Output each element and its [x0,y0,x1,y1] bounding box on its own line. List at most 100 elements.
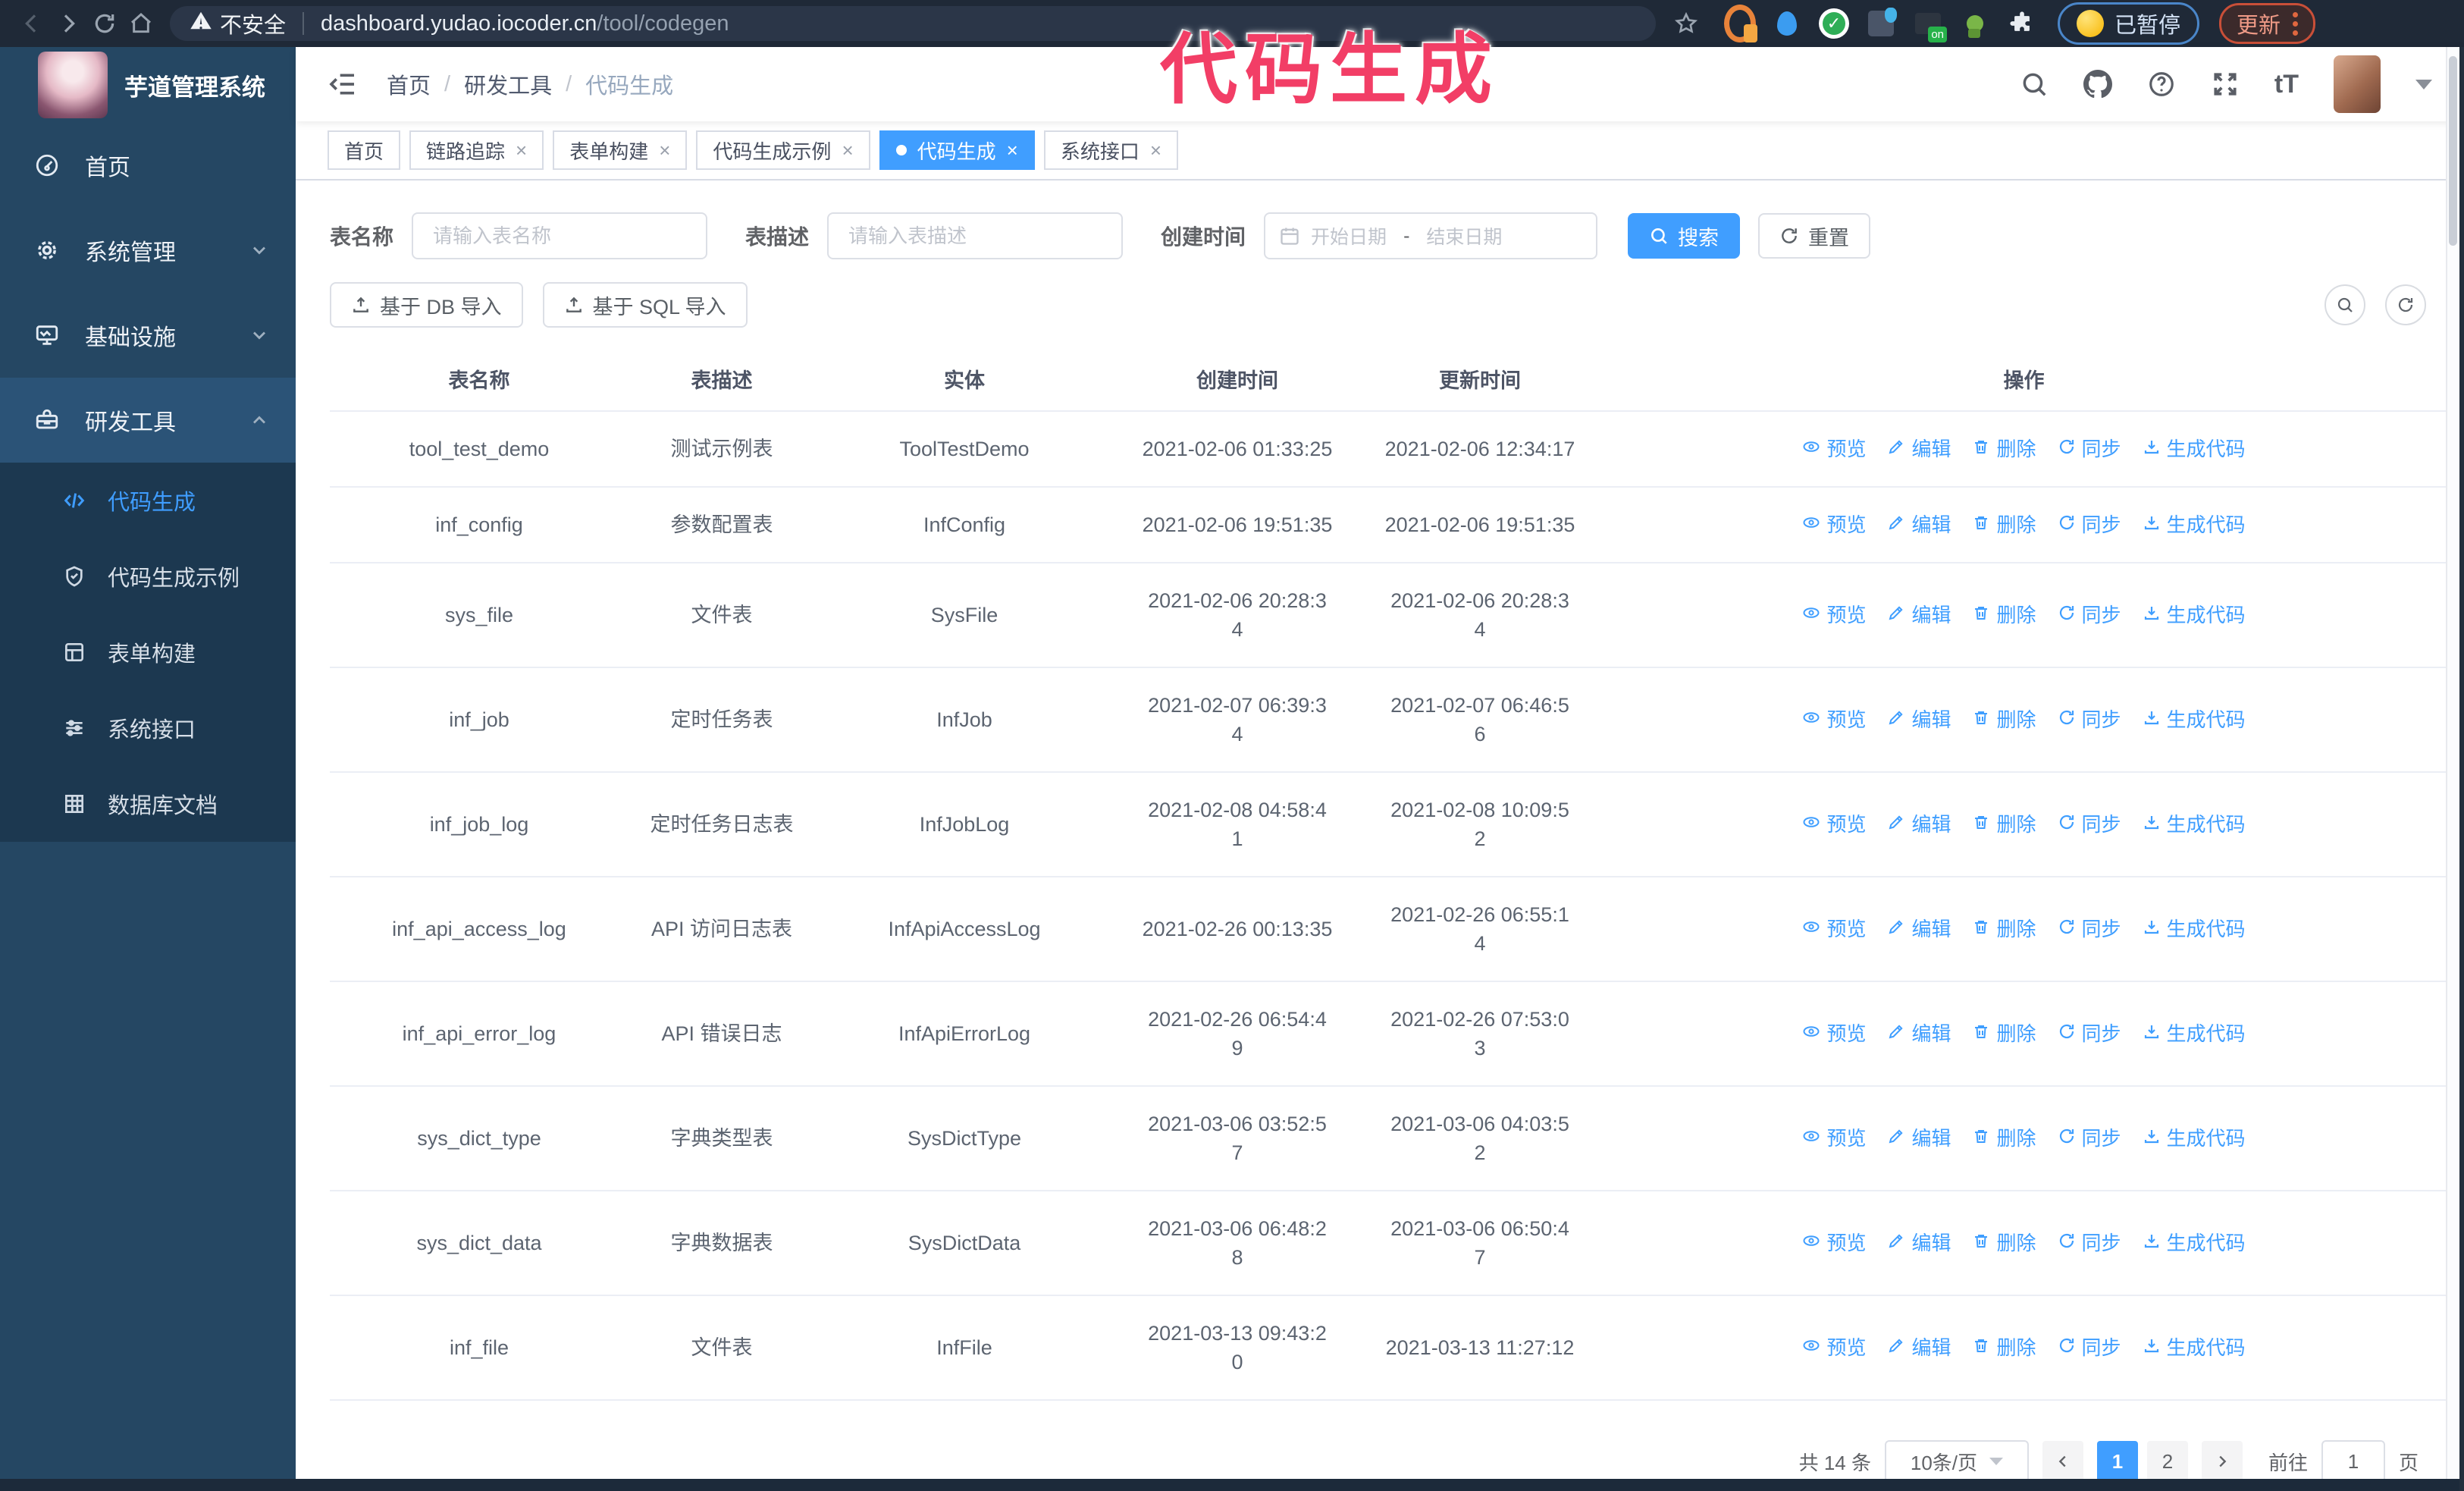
preview-link[interactable]: 预览 [1802,915,1866,943]
close-icon[interactable]: × [1007,140,1018,160]
sync-link[interactable]: 同步 [2058,435,2121,463]
sync-link[interactable]: 同步 [2058,1019,2121,1048]
delete-link[interactable]: 删除 [1972,510,2036,539]
page-size-select[interactable]: 10条/页 [1884,1440,2029,1483]
scrollbar-thumb[interactable] [2449,56,2457,246]
sync-link[interactable]: 同步 [2058,915,2121,943]
close-icon[interactable]: × [1150,140,1161,160]
date-range-picker[interactable]: 开始日期 - 结束日期 [1264,212,1598,259]
close-icon[interactable]: × [516,140,527,160]
logo-row[interactable]: 芋道管理系统 [0,47,296,123]
reset-button[interactable]: 重置 [1758,213,1871,259]
tab-4[interactable]: 代码生成 × [879,130,1035,170]
sidebar-item-gear[interactable]: 系统管理 [0,208,296,293]
submenu-item-sliders[interactable]: 系统接口 [0,690,296,766]
sync-link[interactable]: 同步 [2058,810,2121,839]
edit-link[interactable]: 编辑 [1887,705,1951,734]
table-name-input[interactable] [431,223,688,249]
edit-link[interactable]: 编辑 [1887,915,1951,943]
edit-link[interactable]: 编辑 [1887,435,1951,463]
extension-icon-5[interactable]: on [1912,8,1947,42]
scrollbar[interactable] [2446,47,2459,1479]
import-sql-button[interactable]: 基于 SQL 导入 [542,282,748,328]
github-icon[interactable] [2083,70,2112,99]
edit-link[interactable]: 编辑 [1887,510,1951,539]
sync-link[interactable]: 同步 [2058,510,2121,539]
extension-icon-7[interactable] [2006,8,2038,39]
close-icon[interactable]: × [842,140,853,160]
reload-icon[interactable] [86,5,123,42]
preview-link[interactable]: 预览 [1802,1019,1866,1048]
preview-link[interactable]: 预览 [1802,435,1866,463]
edit-link[interactable]: 编辑 [1887,1124,1951,1153]
extension-icon-3[interactable]: ✓ [1818,8,1850,39]
sync-link[interactable]: 同步 [2058,1229,2121,1257]
preview-link[interactable]: 预览 [1802,1124,1866,1153]
search-button[interactable]: 搜索 [1628,213,1741,259]
generate-code-link[interactable]: 生成代码 [2143,915,2246,943]
forward-icon[interactable] [50,5,86,42]
sync-link[interactable]: 同步 [2058,601,2121,629]
preview-link[interactable]: 预览 [1802,510,1866,539]
prev-page-button[interactable] [2042,1441,2083,1482]
address-bar[interactable]: 不安全 dashboard.yudao.iocoder.cn /tool/cod… [170,6,1656,41]
generate-code-link[interactable]: 生成代码 [2143,435,2246,463]
submenu-item-shield-check[interactable]: 代码生成示例 [0,538,296,614]
generate-code-link[interactable]: 生成代码 [2143,1333,2246,1362]
breadcrumb-item[interactable]: 首页 [387,68,431,100]
submenu-item-db-doc[interactable]: 数据库文档 [0,766,296,842]
fullscreen-icon[interactable] [2211,70,2240,99]
goto-page-input[interactable] [2321,1440,2385,1483]
tab-1[interactable]: 链路追踪 × [409,130,544,170]
extension-icon-1[interactable] [1724,5,1757,42]
submenu-item-form[interactable]: 表单构建 [0,614,296,690]
edit-link[interactable]: 编辑 [1887,601,1951,629]
generate-code-link[interactable]: 生成代码 [2143,810,2246,839]
generate-code-link[interactable]: 生成代码 [2143,510,2246,539]
delete-link[interactable]: 删除 [1972,1019,2036,1048]
security-warning[interactable]: 不安全 [190,8,286,39]
generate-code-link[interactable]: 生成代码 [2143,1124,2246,1153]
edit-link[interactable]: 编辑 [1887,810,1951,839]
back-icon[interactable] [14,5,50,42]
sync-link[interactable]: 同步 [2058,1124,2121,1153]
close-icon[interactable]: × [659,140,670,160]
delete-link[interactable]: 删除 [1972,601,2036,629]
paused-extension-badge[interactable]: 已暂停 [2058,2,2200,45]
generate-code-link[interactable]: 生成代码 [2143,705,2246,734]
sync-link[interactable]: 同步 [2058,1333,2121,1362]
home-icon[interactable] [123,5,159,42]
font-size-icon[interactable]: tT [2274,70,2299,99]
delete-link[interactable]: 删除 [1972,810,2036,839]
delete-link[interactable]: 删除 [1972,705,2036,734]
submenu-item-code[interactable]: 代码生成 [0,463,296,538]
next-page-button[interactable] [2201,1441,2243,1482]
tab-5[interactable]: 系统接口 × [1043,130,1179,170]
delete-link[interactable]: 删除 [1972,1229,2036,1257]
table-desc-input[interactable] [847,223,1104,249]
refresh-table-icon[interactable] [2385,284,2426,325]
preview-link[interactable]: 预览 [1802,1333,1866,1362]
page-button-1[interactable]: 1 [2096,1441,2138,1482]
help-icon[interactable] [2147,70,2176,99]
kebab-menu-icon[interactable] [2293,11,2299,36]
import-db-button[interactable]: 基于 DB 导入 [330,282,523,328]
sidebar-item-monitor[interactable]: 基础设施 [0,293,296,378]
sync-link[interactable]: 同步 [2058,705,2121,734]
delete-link[interactable]: 删除 [1972,435,2036,463]
tab-2[interactable]: 表单构建 × [553,130,688,170]
generate-code-link[interactable]: 生成代码 [2143,1019,2246,1048]
collapse-sidebar-icon[interactable] [328,69,358,99]
edit-link[interactable]: 编辑 [1887,1333,1951,1362]
search-icon[interactable] [2020,70,2049,99]
avatar[interactable] [2334,55,2381,113]
edit-link[interactable]: 编辑 [1887,1019,1951,1048]
preview-link[interactable]: 预览 [1802,1229,1866,1257]
extension-icon-4[interactable] [1865,8,1897,39]
breadcrumb-item[interactable]: 研发工具 [464,68,552,100]
preview-link[interactable]: 预览 [1802,601,1866,629]
sidebar-item-toolbox[interactable]: 研发工具 [0,378,296,463]
tab-0[interactable]: 首页 [328,130,401,170]
preview-link[interactable]: 预览 [1802,810,1866,839]
sidebar-item-dashboard[interactable]: 首页 [0,123,296,208]
